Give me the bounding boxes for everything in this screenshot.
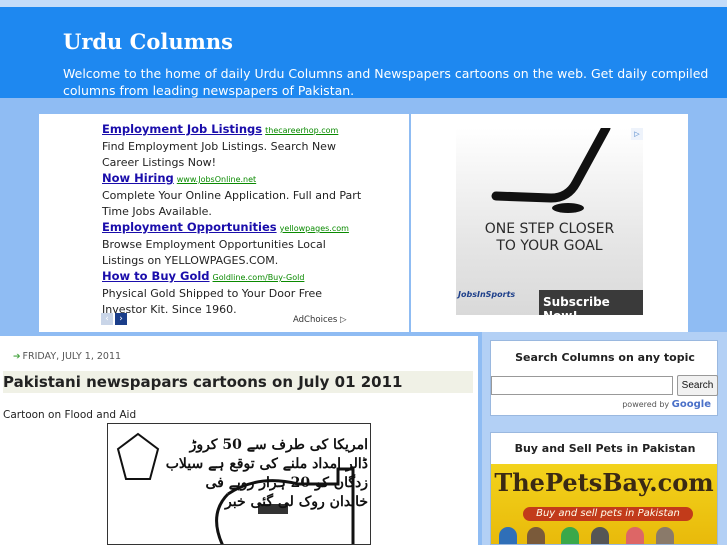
ad-description: Browse Employment Opportunities Local Li… (102, 238, 326, 267)
google-logo: Google (671, 399, 711, 410)
blog-title[interactable]: Urdu Columns (63, 29, 233, 54)
ad-description: Find Employment Job Listings. Search New… (102, 140, 336, 169)
jobsinsports-logo: JobsInSports (458, 290, 516, 299)
blog-header: Urdu Columns Welcome to the home of dail… (0, 7, 727, 98)
search-widget: Search Columns on any topic Search power… (490, 340, 718, 416)
thepetsbay-logo: ThePetsBay.com (494, 468, 714, 497)
cartoon-caption: امریکا کی طرف سے 50 کروڑ ڈالر امداد ملنے… (165, 437, 368, 510)
ad-next-button[interactable]: › (115, 313, 127, 325)
arrow-right-icon: ➔ (13, 352, 21, 362)
cartoon-image[interactable]: امریکا کی طرف سے 50 کروڑ ڈالر امداد ملنے… (107, 423, 371, 545)
dog-icon (527, 527, 545, 544)
pets-widget-title: Buy and Sell Pets in Pakistan (514, 442, 696, 455)
adchoices-corner-icon[interactable]: ▷ (631, 128, 643, 140)
top-strip (0, 0, 727, 7)
ad-description: Physical Gold Shipped to Your Door Free … (102, 287, 323, 316)
ad-url-link[interactable]: www.JobsOnline.net (177, 175, 256, 184)
subscribe-now-button[interactable]: Subscribe Now! (543, 295, 643, 315)
post-date-text: FRIDAY, JULY 1, 2011 (22, 351, 122, 362)
bird-icon (499, 527, 517, 544)
powered-by-google: powered by Google (622, 399, 711, 410)
ad-url-link[interactable]: thecareerhop.com (265, 126, 338, 135)
post-title[interactable]: Pakistani newspapars cartoons on July 01… (3, 371, 473, 393)
hockey-stick-icon (491, 128, 611, 213)
cat-icon (656, 527, 674, 544)
banner-headline-1: ONE STEP CLOSER (484, 221, 615, 237)
ad-headline-link[interactable]: How to Buy Gold (102, 269, 210, 283)
cat-icon (591, 527, 609, 544)
ad-url-link[interactable]: yellowpages.com (280, 224, 349, 233)
jobsinsports-banner[interactable]: ▷ ONE STEP CLOSER TO YOUR GOAL JobsInSpo… (456, 128, 643, 315)
search-button[interactable]: Search (677, 375, 718, 396)
thepetsbay-banner[interactable]: ThePetsBay.com Buy and sell pets in Paki… (491, 464, 717, 544)
ad-headline-link[interactable]: Now Hiring (102, 171, 174, 185)
search-input[interactable] (491, 376, 673, 395)
post-subtitle: Cartoon on Flood and Aid (3, 409, 137, 421)
banner-headline-2: TO YOUR GOAL (496, 238, 603, 254)
adchoices-link[interactable]: AdChoices ▷ (293, 315, 347, 325)
ad-item: How to Buy Gold Goldline.com/Buy-Gold Phy… (102, 268, 362, 318)
text-ad-unit: Employment Job Listings thecareerhop.com … (39, 114, 409, 332)
ad-item: Now Hiring www.JobsOnline.net Complete Yo… (102, 170, 362, 220)
ad-headline-link[interactable]: Employment Opportunities (102, 220, 277, 234)
bird-icon (626, 527, 644, 544)
powered-by-label: powered by (622, 400, 670, 409)
pets-widget: Buy and Sell Pets in Pakistan ThePetsBay… (490, 432, 718, 545)
ad-headline-link[interactable]: Employment Job Listings (102, 122, 262, 136)
ad-prev-button[interactable]: ‹ (101, 313, 113, 325)
search-widget-title: Search Columns on any topic (515, 351, 695, 364)
bird-icon (561, 527, 579, 544)
ad-item: Employment Job Listings thecareerhop.com … (102, 121, 362, 171)
banner-ad-unit: ▷ ONE STEP CLOSER TO YOUR GOAL JobsInSpo… (411, 114, 688, 332)
thepetsbay-tagline: Buy and sell pets in Pakistan (523, 507, 693, 521)
main-content: ➔ FRIDAY, JULY 1, 2011 Pakistani newspapa… (0, 336, 478, 545)
ad-item: Employment Opportunities yellowpages.com … (102, 219, 362, 269)
post-date: ➔ FRIDAY, JULY 1, 2011 (13, 351, 121, 362)
ad-description: Complete Your Online Application. Full a… (102, 189, 362, 218)
blog-description: Welcome to the home of daily Urdu Column… (63, 66, 709, 98)
ad-url-link[interactable]: Goldline.com/Buy-Gold (213, 273, 305, 282)
